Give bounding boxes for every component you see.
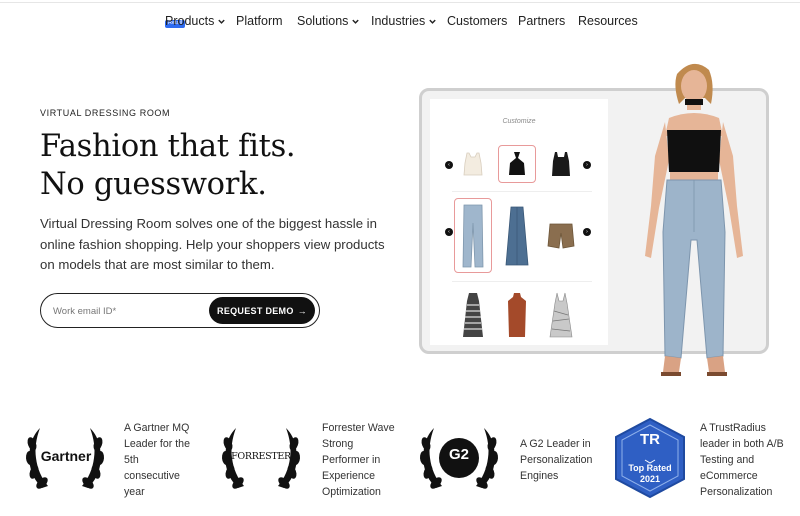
denim-skirt-thumb[interactable] — [498, 198, 536, 273]
gartner-logo: Gartner — [40, 448, 92, 464]
white-crop-top-thumb[interactable] — [454, 145, 492, 183]
demo-form: REQUEST DEMO → — [40, 293, 320, 328]
arrow-right-icon: → — [297, 305, 307, 316]
black-tank-top-thumb[interactable] — [542, 145, 580, 183]
chevron-down-icon — [218, 19, 226, 24]
trustradius-top-rated: Top Rated — [628, 463, 672, 473]
hero-subtext: Virtual Dressing Room solves one of the … — [40, 216, 385, 272]
nav-industries[interactable]: Industries — [371, 14, 437, 28]
khaki-shorts-thumb[interactable] — [542, 198, 580, 273]
main-nav: Retail Products Platform Solutions Indus… — [0, 14, 800, 34]
nav-partners-label: Partners — [518, 14, 566, 28]
nav-customers[interactable]: Customers — [447, 14, 507, 28]
customize-panel: Customize ‹ › ‹ › — [430, 99, 608, 345]
patterned-dress-thumb[interactable] — [454, 289, 492, 341]
badge-text-line: Personalization — [700, 486, 773, 498]
patterned-dress-icon — [463, 293, 483, 337]
nav-solutions-label: Solutions — [297, 14, 349, 28]
g2-badge-text: A G2 Leader in Personalization Engines — [520, 436, 592, 484]
headline-line-2: No guesswork. — [40, 167, 267, 202]
work-email-input[interactable] — [53, 302, 203, 320]
khaki-shorts-icon — [547, 223, 575, 248]
forrester-badge-text: Forrester Wave Strong Performer in Exper… — [322, 420, 395, 500]
row1-next-arrow-icon[interactable]: › — [583, 161, 591, 169]
nav-resources-label: Resources — [578, 14, 638, 28]
rust-knit-dress-icon — [508, 293, 526, 337]
request-demo-button[interactable]: REQUEST DEMO → — [209, 297, 315, 324]
nav-customers-label: Customers — [447, 14, 508, 28]
nav-resources[interactable]: Resources — [578, 14, 638, 28]
row-divider — [452, 191, 592, 192]
badge-text-line: Personalization — [520, 454, 593, 466]
badge-text-line: A Gartner MQ — [124, 422, 190, 434]
gartner-badge-text: A Gartner MQ Leader for the 5th consecut… — [124, 420, 190, 500]
light-wash-jeans-thumb[interactable] — [454, 198, 492, 273]
sequin-dress-icon — [549, 292, 573, 338]
badge-text-line: leader in both A/B — [700, 438, 784, 450]
badge-text-line: Testing and — [700, 454, 755, 466]
chevron-down-icon — [352, 19, 360, 24]
light-wash-jeans-icon — [462, 204, 484, 267]
badge-text-line: Forrester Wave — [322, 422, 395, 434]
hero-headline: Fashion that fits. No guesswork. — [40, 128, 296, 204]
nav-products[interactable]: Products — [165, 14, 226, 28]
badge-text-line: Performer in — [322, 454, 381, 466]
g2-logo: G2 — [448, 446, 469, 463]
badge-text-line: Engines — [520, 470, 559, 482]
top-border — [0, 2, 800, 3]
denim-skirt-icon — [505, 206, 529, 265]
badge-text-line: 5th — [124, 454, 139, 466]
black-tank-top-icon — [552, 152, 570, 176]
badge-text-line: eCommerce — [700, 470, 758, 482]
chevron-down-icon — [429, 19, 436, 24]
request-demo-label: REQUEST DEMO — [217, 305, 294, 316]
model-figure — [645, 63, 743, 376]
white-crop-top-icon — [463, 152, 483, 176]
badge-text-line: Optimization — [322, 486, 381, 498]
trustradius-badge-text: A TrustRadius leader in both A/B Testing… — [700, 420, 784, 500]
row2-prev-arrow-icon[interactable]: ‹ — [445, 228, 453, 236]
badge-text-line: Strong — [322, 438, 354, 450]
badge-text-line: Leader for the — [124, 438, 190, 450]
nav-partners[interactable]: Partners — [518, 14, 565, 28]
sequin-dress-thumb[interactable] — [542, 289, 580, 341]
badge-text-line: Experience — [322, 470, 375, 482]
black-halter-top-thumb[interactable] — [498, 145, 536, 183]
nav-platform[interactable]: Platform — [236, 14, 283, 28]
trustradius-logo: TR — [640, 431, 660, 448]
badge-text-line: A TrustRadius — [700, 422, 766, 434]
nav-industries-label: Industries — [371, 14, 426, 28]
nav-products-label: Products — [165, 14, 215, 28]
forrester-logo: FORRESTER — [231, 451, 291, 462]
trustradius-badge-icon — [615, 417, 685, 499]
nav-solutions[interactable]: Solutions — [297, 14, 360, 28]
badge-text-line: A G2 Leader in — [520, 438, 591, 450]
hero-eyebrow: VIRTUAL DRESSING ROOM — [40, 108, 171, 118]
row1-prev-arrow-icon[interactable]: ‹ — [445, 161, 453, 169]
row2-next-arrow-icon[interactable]: › — [583, 228, 591, 236]
trustradius-year: 2021 — [639, 474, 661, 484]
badge-text-line: consecutive — [124, 470, 180, 482]
headline-line-1: Fashion that fits. — [40, 129, 296, 164]
badge-text-line: year — [124, 486, 145, 498]
nav-platform-label: Platform — [236, 14, 283, 28]
customize-label: Customize — [502, 118, 536, 125]
rust-knit-dress-thumb[interactable] — [498, 289, 536, 341]
black-halter-top-icon — [509, 152, 525, 175]
row-divider — [452, 281, 592, 282]
